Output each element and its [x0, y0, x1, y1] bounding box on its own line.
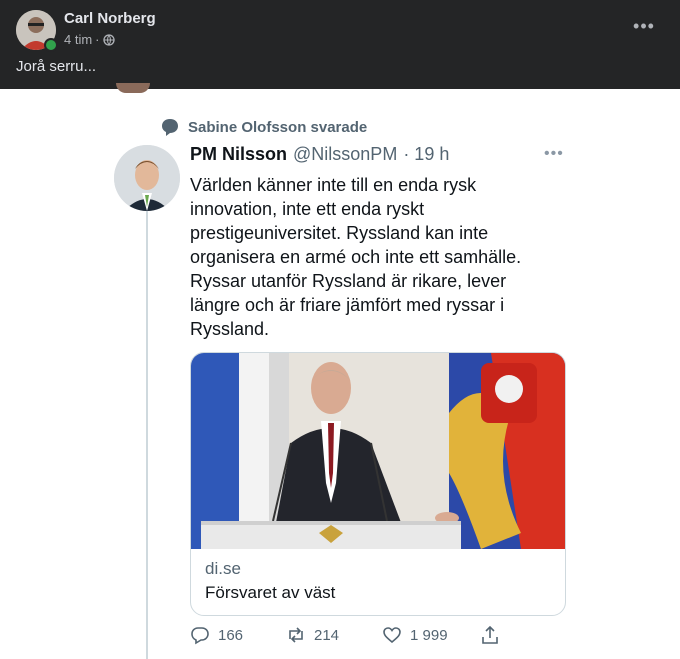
retweet-button[interactable]: 214 — [286, 625, 339, 645]
tweet-text: Världen känner inte till en enda rysk in… — [190, 175, 522, 339]
like-button[interactable]: 1 999 — [382, 625, 448, 645]
author-avatar[interactable] — [16, 10, 58, 52]
retweet-count: 214 — [314, 626, 340, 644]
post-text: Jorå serru... — [16, 58, 97, 75]
reply-note-text: Sabine Olofsson svarade — [188, 118, 368, 136]
link-card[interactable]: di.se Försvaret av väst — [190, 352, 566, 616]
card-domain: di.se — [205, 559, 241, 578]
globe-icon[interactable] — [102, 33, 115, 46]
cropped-avatar — [116, 83, 150, 93]
reply-icon — [191, 627, 209, 645]
speech-bubble-icon — [162, 119, 178, 136]
tweet-more-icon[interactable]: ••• — [544, 145, 564, 163]
heart-icon — [383, 627, 401, 644]
tweet-author-name[interactable]: PM Nilsson — [190, 144, 287, 165]
post-meta: 4 tim · — [64, 32, 115, 47]
like-count: 1 999 — [410, 626, 448, 644]
tweet-header: PM Nilsson @NilssonPM · 19 h — [190, 144, 449, 165]
post-time[interactable]: 4 tim — [64, 32, 92, 47]
reply-button[interactable]: 166 — [190, 625, 243, 645]
tweet-time[interactable]: · 19 h — [403, 144, 449, 165]
share-icon — [482, 625, 498, 644]
tweet-author-handle[interactable]: @NilssonPM — [293, 144, 397, 165]
reply-count: 166 — [218, 626, 244, 644]
facebook-post-header: Carl Norberg 4 tim · ••• Jorå serru... — [0, 0, 680, 89]
share-button[interactable] — [480, 625, 500, 645]
retweet-icon — [289, 627, 303, 643]
online-status-badge — [44, 38, 58, 52]
author-name[interactable]: Carl Norberg — [64, 10, 156, 27]
more-options-icon[interactable]: ••• — [632, 14, 656, 38]
card-title: Försvaret av väst — [205, 583, 336, 602]
thread-line — [146, 209, 148, 659]
meta-separator: · — [95, 32, 100, 47]
tweet-author-avatar[interactable] — [114, 145, 180, 211]
card-image — [191, 353, 565, 549]
reply-note: Sabine Olofsson svarade — [160, 117, 367, 137]
tweet-actions: 166 214 1 999 — [190, 625, 520, 649]
tweet-screenshot: Sabine Olofsson svarade PM Nilsson @Nils… — [0, 83, 680, 659]
